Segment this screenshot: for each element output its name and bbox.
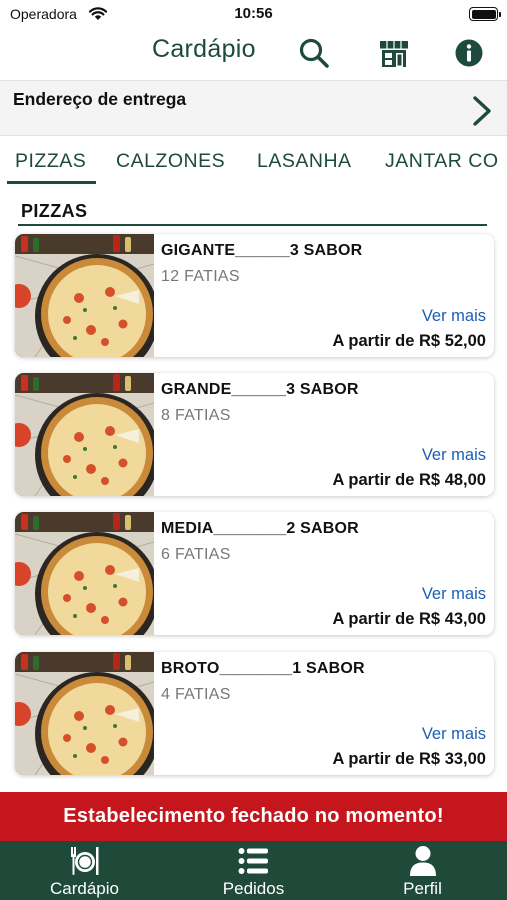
product-name: BROTO________1 SABOR (161, 660, 365, 677)
tab-calzones[interactable]: CALZONES (116, 150, 225, 173)
product-slices: 4 FATIAS (161, 686, 231, 703)
section-divider (18, 224, 487, 226)
list-icon (238, 848, 268, 874)
section-title: PIZZAS (21, 201, 88, 221)
pizza-image (15, 512, 154, 635)
delivery-address-row[interactable]: Endereço de entrega (0, 80, 507, 136)
nav-item-pedidos[interactable]: Pedidos (169, 841, 338, 900)
cutlery-plate-icon (71, 847, 99, 875)
nav-label-pedidos: Pedidos (222, 879, 285, 898)
product-card[interactable]: GRANDE______3 SABOR 8 FATIAS Ver mais A par… (15, 373, 494, 496)
category-tabs: PIZZAS CALZONES LASANHA JANTAR CO (0, 136, 507, 186)
product-price: A partir de R$ 43,00 (332, 610, 486, 628)
product-slices: 6 FATIAS (161, 546, 231, 563)
product-card[interactable]: MEDIA________2 SABOR 6 FATIAS Ver mais A pa… (15, 512, 494, 635)
pizza-image (15, 652, 154, 775)
product-price: A partir de R$ 33,00 (332, 750, 486, 768)
see-more-link[interactable]: Ver mais (422, 446, 486, 465)
product-name: GRANDE______3 SABOR (161, 381, 359, 398)
tab-lasanha[interactable]: LASANHA (257, 150, 352, 173)
product-price: A partir de R$ 48,00 (332, 471, 486, 489)
nav-item-perfil[interactable]: Perfil (338, 841, 507, 900)
status-time: 10:56 (234, 5, 273, 22)
tab-jantar[interactable]: JANTAR CO (385, 150, 499, 173)
nav-label-cardapio: Cardápio (50, 879, 119, 898)
search-icon[interactable] (297, 36, 331, 70)
see-more-link[interactable]: Ver mais (422, 307, 486, 326)
see-more-link[interactable]: Ver mais (422, 725, 486, 744)
nav-label-perfil: Perfil (403, 879, 442, 898)
pizza-image (15, 234, 154, 357)
store-icon[interactable] (377, 36, 411, 70)
nav-item-cardapio[interactable]: Cardápio (0, 841, 169, 900)
see-more-link[interactable]: Ver mais (422, 585, 486, 604)
battery-icon (469, 7, 501, 21)
product-price: A partir de R$ 52,00 (332, 332, 486, 350)
product-card[interactable]: GIGANTE______3 SABOR 12 FATIAS Ver mais A p… (15, 234, 494, 357)
user-icon (410, 846, 436, 876)
product-name: GIGANTE______3 SABOR (161, 242, 363, 259)
pizza-image (15, 373, 154, 496)
closed-banner: Estabelecimento fechado no momento! (0, 792, 507, 841)
delivery-address-label: Endereço de entrega (13, 89, 187, 109)
product-card[interactable]: BROTO________1 SABOR 4 FATIAS Ver mais A pa… (15, 652, 494, 775)
chevron-right-icon (473, 96, 491, 126)
product-name: MEDIA________2 SABOR (161, 520, 359, 537)
status-bar: Operadora 10:56 (0, 0, 507, 28)
tab-pizzas[interactable]: PIZZAS (15, 150, 86, 173)
active-tab-indicator (7, 181, 96, 184)
product-slices: 12 FATIAS (161, 268, 240, 285)
info-icon[interactable] (452, 36, 486, 70)
app-header: Cardápio (0, 28, 507, 78)
product-slices: 8 FATIAS (161, 407, 231, 424)
bottom-nav: Cardápio Pedidos Perfil (0, 841, 507, 900)
page-title: Cardápio (152, 35, 256, 63)
